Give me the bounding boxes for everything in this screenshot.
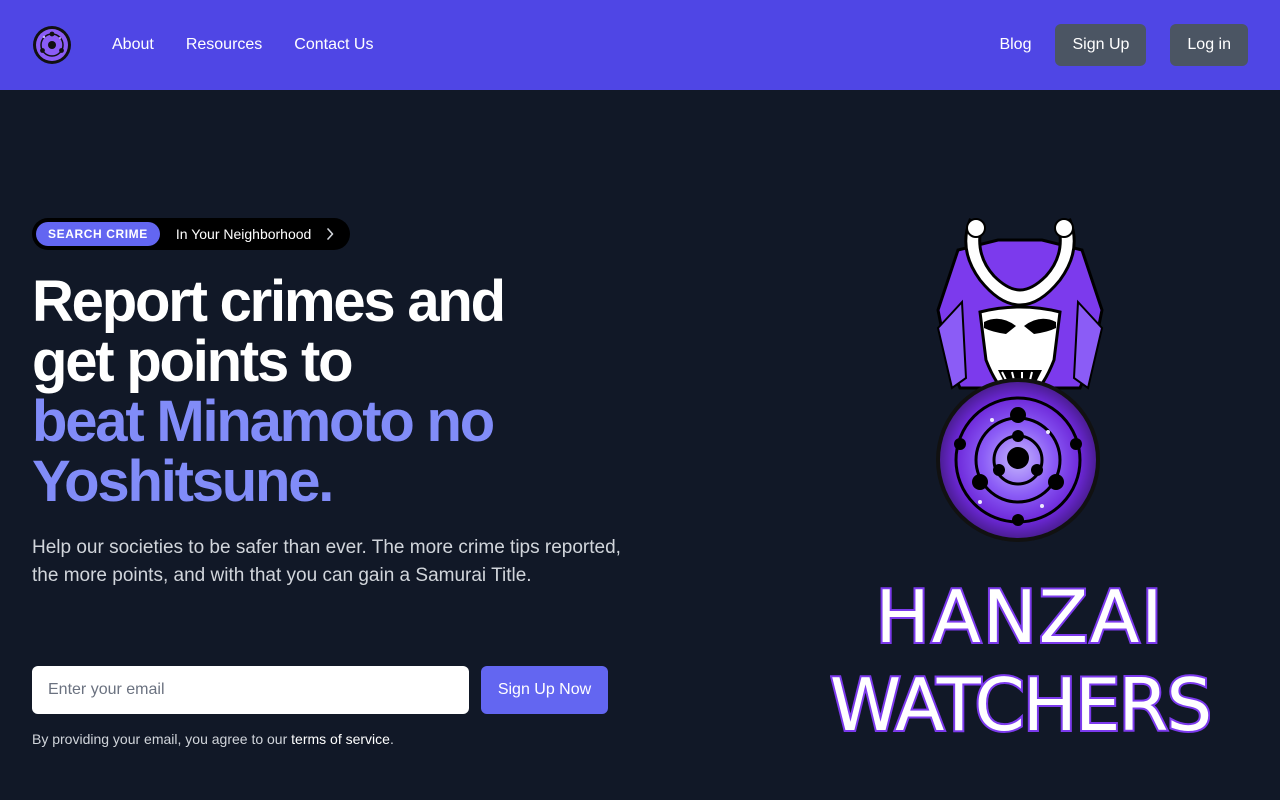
sign-up-button[interactable]: Sign Up (1055, 24, 1147, 66)
sharingan-logo-icon[interactable] (32, 25, 72, 65)
headline-line-2: get points to (32, 329, 354, 394)
search-crime-badge-link[interactable]: SEARCH CRIME In Your Neighborhood (32, 218, 350, 250)
nav-link-contact-us[interactable]: Contact Us (294, 36, 373, 54)
nav-actions: Blog Sign Up Log in (999, 24, 1248, 66)
badge-neighborhood-text: In Your Neighborhood (175, 226, 312, 242)
search-crime-tag: SEARCH CRIME (36, 222, 160, 246)
headline-accent-line-1: beat Minamoto no (32, 389, 495, 454)
terms-prefix: By providing your email, you agree to ou… (32, 731, 292, 747)
hanzai-watchers-logo: HANZAI WATCHERS (830, 218, 1210, 749)
nav-link-resources[interactable]: Resources (186, 36, 262, 54)
brand-line-1: HANZAI (875, 575, 1164, 659)
nav-link-blog[interactable]: Blog (999, 36, 1031, 54)
hero-description: Help our societies to be safer than ever… (32, 537, 621, 586)
samurai-mask-icon (936, 218, 1104, 404)
primary-nav: About Resources Contact Us (112, 36, 373, 54)
hero-headline: Report crimes and get points to beat Min… (32, 272, 672, 512)
terms-suffix: . (389, 731, 394, 747)
top-navbar: About Resources Contact Us Blog Sign Up … (0, 0, 1280, 90)
sharingan-emblem-icon (936, 378, 1100, 542)
sign-up-now-button[interactable]: Sign Up Now (481, 666, 608, 714)
chevron-right-icon (324, 228, 336, 240)
log-in-button[interactable]: Log in (1170, 24, 1248, 66)
headline-accent-line-2: Yoshitsune. (32, 449, 334, 514)
brand-line-2: WATCHERS (830, 663, 1210, 747)
nav-link-about[interactable]: About (112, 36, 154, 54)
terms-of-service-link[interactable]: terms of service (291, 731, 390, 747)
terms-notice: By providing your email, you agree to ou… (32, 731, 394, 747)
headline-line-1: Report crimes and (32, 269, 506, 334)
email-input[interactable] (32, 666, 469, 714)
